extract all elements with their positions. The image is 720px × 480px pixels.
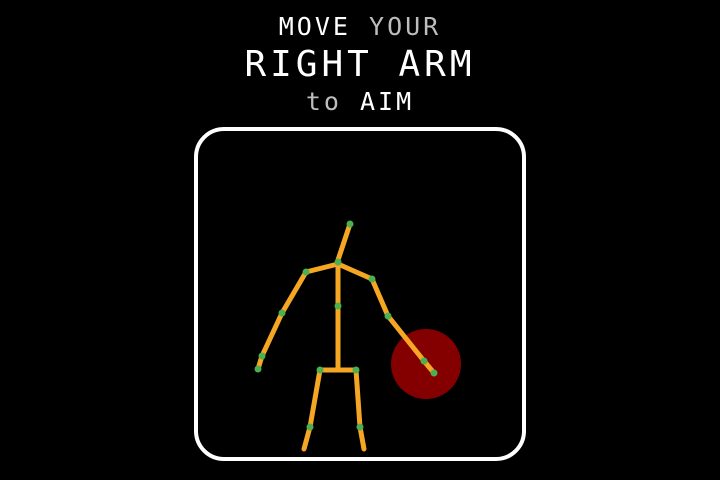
bone-left-upper-arm [279, 269, 309, 316]
instruction-to: to [305, 87, 342, 116]
joint-left-shoulder [302, 268, 310, 276]
joint-spine [334, 302, 342, 310]
stick-figure-icon [255, 221, 437, 452]
instruction-line-3: to AIM [0, 89, 720, 114]
joint-right-wrist [420, 357, 428, 365]
joint-right-knee [356, 423, 364, 431]
instruction-move: MOVE [278, 12, 351, 41]
joint-left-hand [254, 365, 262, 373]
joint-right-shoulder [368, 275, 376, 283]
instruction-banner: MOVE YOUR RIGHT ARM to AIM [0, 14, 720, 114]
instruction-right-arm: RIGHT ARM [244, 44, 476, 85]
joint-left-elbow [278, 309, 286, 317]
bone-shoulder-left [303, 261, 341, 275]
instruction-aim: AIM [360, 87, 415, 116]
bone-right-thigh [353, 367, 363, 430]
joint-right-elbow [384, 312, 392, 320]
joint-left-hip [316, 366, 324, 374]
joint-right-hand [430, 369, 438, 377]
skeleton-view [254, 220, 461, 452]
joint-left-wrist [258, 352, 266, 360]
skeleton-joints [254, 220, 438, 431]
bone-neck-head [335, 221, 353, 263]
bone-shoulder-right [335, 261, 375, 282]
joint-neck [334, 258, 342, 266]
joint-right-hip [352, 366, 360, 374]
bone-left-forearm [259, 310, 285, 359]
instruction-line-1: MOVE YOUR [0, 14, 720, 39]
camera-view-frame [194, 127, 526, 461]
instruction-your: YOUR [369, 12, 442, 41]
bone-right-upper-arm [369, 276, 391, 319]
bone-left-thigh [307, 367, 323, 430]
joint-head [346, 220, 354, 228]
joint-left-knee [306, 423, 314, 431]
